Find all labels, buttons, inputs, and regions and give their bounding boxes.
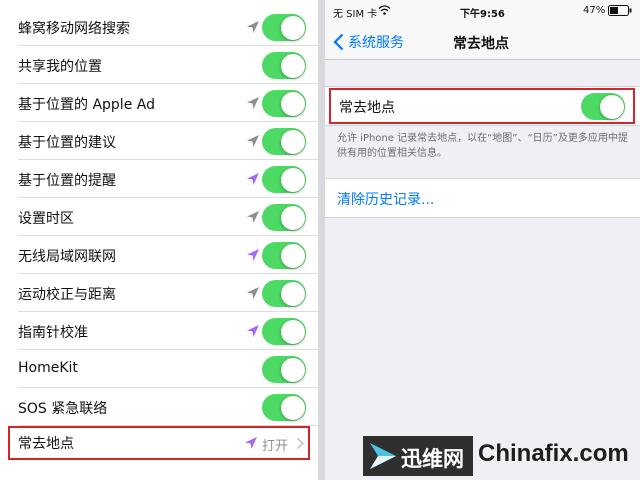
settings-toggle[interactable] [262,318,306,345]
chevron-left-icon [333,33,344,51]
settings-toggle[interactable] [262,90,306,117]
settings-row[interactable]: 基于位置的 Apple Ad [0,84,318,122]
clear-history-button[interactable]: 清除历史记录... [337,189,434,209]
location-arrow-icon [247,249,259,261]
battery-percent: 47% [583,5,606,16]
settings-row[interactable]: 指南针校准 [0,312,318,350]
battery-icon [608,5,632,16]
page-title: 常去地点 [453,36,509,52]
frequent-locations-description: 允许 iPhone 记录常去地点，以在“地图”、“日历”及更多应用中提供有用的位… [337,133,628,159]
watermark-cn-text: 迅维网 [401,447,464,471]
toggle-knob [280,15,305,40]
status-bar: 无 SIM 卡 下午9:56 47% [325,0,640,22]
toggle-knob [280,91,305,116]
toggle-knob [280,281,305,306]
settings-row[interactable]: 设置时区 [0,198,318,236]
location-arrow-icon [247,211,259,223]
settings-row[interactable]: 基于位置的提醒 [0,160,318,198]
settings-row-label: HomeKit [18,360,78,376]
settings-row[interactable]: HomeKit [0,350,318,388]
toggle-knob [280,129,305,154]
settings-row-label: 共享我的位置 [18,59,102,75]
settings-row[interactable]: 无线局域网联网 [0,236,318,274]
settings-row-label: SOS 紧急联络 [18,401,108,417]
carrier-text: 无 SIM 卡 [333,9,378,20]
location-arrow-icon [247,135,259,147]
settings-row-label: 基于位置的提醒 [18,173,116,189]
highlight-frame-right [329,88,635,124]
toggle-knob [280,243,305,268]
chinafix-logo-icon [370,443,396,469]
settings-row-label: 指南针校准 [18,325,88,341]
settings-row[interactable]: SOS 紧急联络 [0,388,318,426]
location-arrow-icon [247,287,259,299]
toggle-knob [280,205,305,230]
settings-row[interactable]: 共享我的位置 [0,46,318,84]
settings-row-label: 无线局域网联网 [18,249,116,265]
clear-history-cell[interactable]: 清除历史记录... [325,178,640,218]
location-arrow-icon [247,21,259,33]
settings-toggle[interactable] [262,242,306,269]
toggle-knob [280,395,305,420]
settings-toggle[interactable] [262,52,306,79]
settings-toggle[interactable] [262,356,306,383]
toggle-knob [280,53,305,78]
toggle-knob [280,319,305,344]
settings-row-label: 基于位置的 Apple Ad [18,97,155,113]
settings-row[interactable]: 运动校正与距离 [0,274,318,312]
settings-toggle[interactable] [262,280,306,307]
location-arrow-icon [247,173,259,185]
settings-row[interactable]: 蜂窝移动网络搜索 [0,8,318,46]
panel-divider [318,0,325,480]
settings-toggle[interactable] [262,14,306,41]
settings-row-label: 设置时区 [18,211,74,227]
settings-toggle[interactable] [262,394,306,421]
location-arrow-icon [247,325,259,337]
settings-row-label: 基于位置的建议 [18,135,116,151]
wifi-icon [378,5,391,15]
back-label: 系统服务 [348,35,404,51]
toggle-knob [280,167,305,192]
settings-row[interactable]: 基于位置的建议 [0,122,318,160]
location-services-list: 蜂窝移动网络搜索 共享我的位置基于位置的 Apple Ad 基于位置的建议 基于位置的… [0,0,318,480]
frequent-locations-screen: 无 SIM 卡 下午9:56 47% 系统服务 常去地点 常去地点 允许 iPh… [325,0,640,480]
back-button[interactable]: 系统服务 [333,32,404,52]
clock-text: 下午9:56 [460,9,505,20]
settings-row-label: 蜂窝移动网络搜索 [18,21,130,37]
settings-toggle[interactable] [262,204,306,231]
toggle-knob [280,357,305,382]
settings-row-label: 运动校正与距离 [18,287,116,303]
navigation-bar: 系统服务 常去地点 [325,22,640,60]
settings-toggle[interactable] [262,128,306,155]
settings-toggle[interactable] [262,166,306,193]
highlight-frame-left [8,426,310,460]
watermark-en-text: Chinafix.com [478,440,629,467]
location-arrow-icon [247,97,259,109]
